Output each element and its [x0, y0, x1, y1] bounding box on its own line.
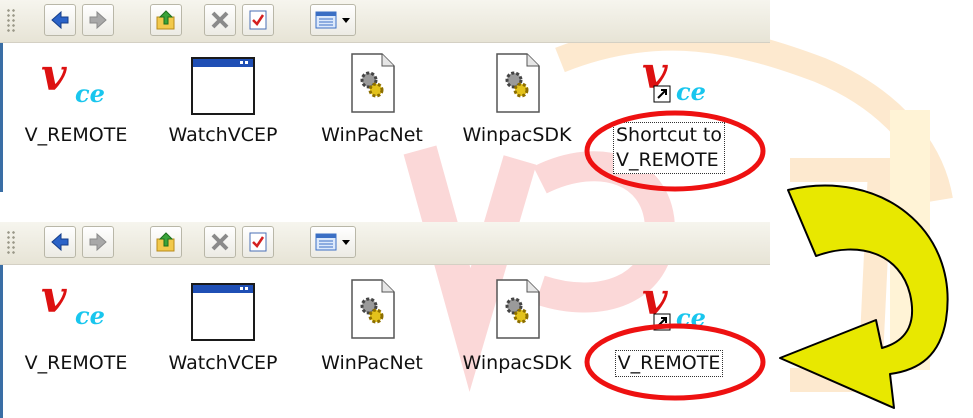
gear-file-icon [351, 53, 395, 113]
up-folder-button[interactable] [150, 4, 182, 36]
forward-button[interactable] [82, 4, 114, 36]
window-icon [191, 57, 255, 115]
views-list-icon [315, 233, 350, 251]
gear-file-icon [351, 279, 395, 339]
svg-text:ce: ce [676, 77, 706, 106]
vce-logo-icon: v ce [41, 52, 105, 108]
window-edge [0, 264, 3, 418]
svg-text:v: v [41, 52, 67, 101]
gear-file-icon [496, 53, 540, 113]
highlight-circle [584, 110, 766, 192]
file-item-winpacsdk[interactable]: WinpacSDK [447, 48, 587, 188]
file-item-watchvcep[interactable]: WatchVCEP [153, 48, 293, 188]
file-label: V_REMOTE [24, 124, 128, 146]
svg-text:ce: ce [75, 301, 105, 330]
window-icon [191, 283, 255, 341]
file-item-winpacnet[interactable]: WinPacNet [302, 48, 442, 188]
back-button[interactable] [44, 4, 76, 36]
gear-file-icon [496, 279, 540, 339]
svg-text:ce: ce [75, 79, 105, 108]
back-button[interactable] [44, 226, 76, 258]
file-item-winpacsdk[interactable]: WinpacSDK [447, 270, 587, 410]
properties-check-icon [249, 232, 267, 252]
file-label: WatchVCEP [168, 352, 278, 374]
file-label: V_REMOTE [24, 352, 128, 374]
views-button[interactable] [310, 226, 356, 258]
file-item-v-remote[interactable]: v ce V_REMOTE [6, 48, 146, 188]
toolbar [0, 222, 770, 265]
file-item-winpacnet[interactable]: WinPacNet [302, 270, 442, 410]
vce-logo-icon: v ce [41, 274, 105, 330]
delete-button[interactable] [204, 4, 236, 36]
highlight-circle [584, 323, 766, 401]
toolbar-grip[interactable] [6, 230, 16, 256]
explorer-panel-before: v ce V_REMOTE WatchVCEP WinPacNet Winpac… [0, 0, 770, 192]
file-item-watchvcep[interactable]: WatchVCEP [153, 270, 293, 410]
up-folder-icon [156, 232, 175, 252]
window-edge [0, 42, 3, 192]
back-arrow-icon [51, 232, 69, 252]
delete-x-icon [211, 11, 229, 29]
properties-button[interactable] [242, 226, 274, 258]
file-item-v-remote[interactable]: v ce V_REMOTE [6, 270, 146, 410]
up-folder-button[interactable] [150, 226, 182, 258]
delete-button[interactable] [204, 226, 236, 258]
forward-button[interactable] [82, 226, 114, 258]
file-label: WinpacSDK [462, 124, 572, 146]
properties-check-icon [249, 10, 267, 30]
file-label: WinPacNet [321, 124, 423, 146]
back-arrow-icon [51, 10, 69, 30]
file-label: WatchVCEP [168, 124, 278, 146]
toolbar-grip[interactable] [6, 8, 16, 34]
curved-arrow [779, 184, 949, 409]
views-button[interactable] [310, 4, 356, 36]
vce-shortcut-icon: v ce [642, 50, 706, 106]
explorer-panel-after: v ce V_REMOTE WatchVCEP WinPacNet Winpac… [0, 222, 770, 418]
properties-button[interactable] [242, 4, 274, 36]
file-label: WinpacSDK [462, 352, 572, 374]
views-list-icon [315, 11, 350, 29]
toolbar [0, 0, 770, 43]
up-folder-icon [156, 10, 175, 30]
forward-arrow-icon [89, 10, 107, 30]
file-label: WinPacNet [321, 352, 423, 374]
svg-text:v: v [41, 274, 67, 323]
forward-arrow-icon [89, 232, 107, 252]
delete-x-icon [211, 233, 229, 251]
